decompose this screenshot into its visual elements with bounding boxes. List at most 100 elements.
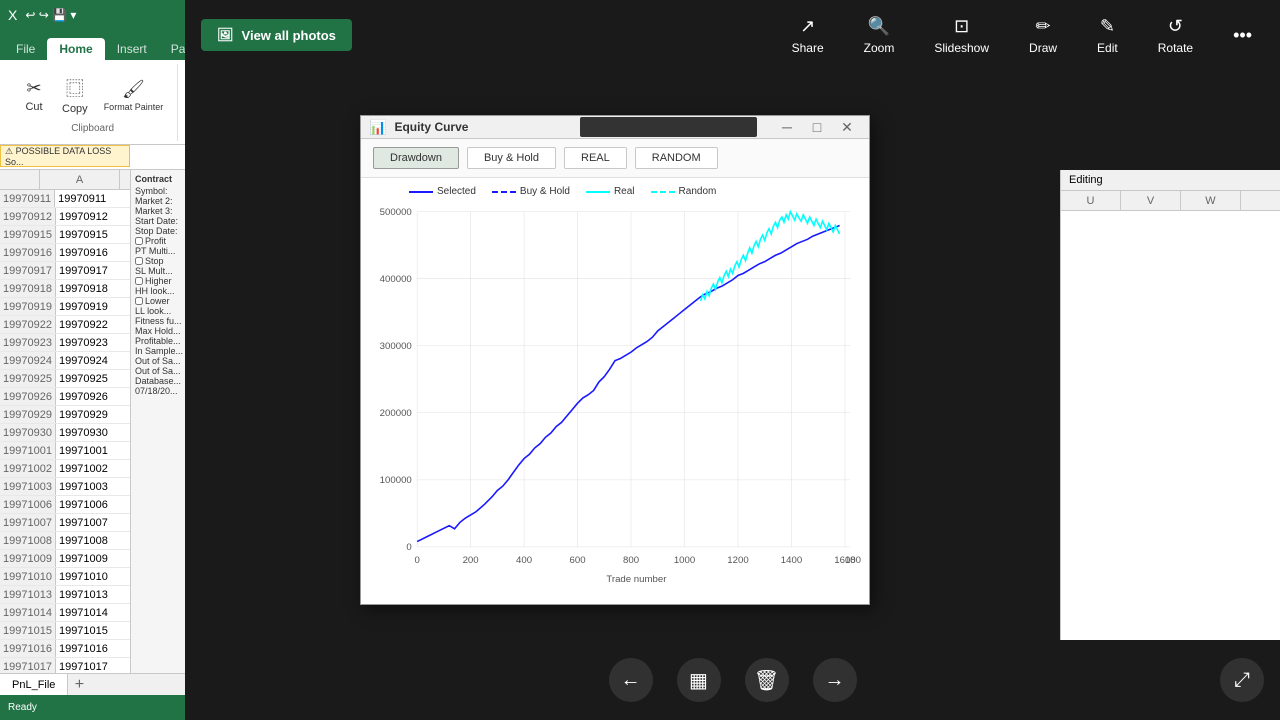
cell-col-a[interactable]: 19970916 [56,244,136,261]
cell-col-a[interactable]: 19970915 [56,226,136,243]
dialog-chart-area: Selected Buy & Hold Real Random [361,178,869,618]
photos-icon: 🖼 [217,27,234,43]
cell-col-a[interactable]: 19970926 [56,388,136,405]
cell-col-a[interactable]: 19971009 [56,550,136,567]
right-panel-header: Editing [1061,170,1280,191]
cell-col-a[interactable]: 19970918 [56,280,136,297]
cell-row-num: 19970915 [0,226,56,243]
cut-button[interactable]: ✂ Cut [16,74,52,117]
random-button[interactable]: RANDOM [635,147,718,169]
legend-selected-label: Selected [437,186,476,197]
contact-sheet-button[interactable]: ▦ [677,658,721,702]
expand-button[interactable]: ⤢ [1220,658,1264,702]
symbol-label: Symbol: [135,186,185,196]
cell-col-a[interactable]: 19970924 [56,352,136,369]
real-button[interactable]: REAL [564,147,627,169]
share-button[interactable]: ↗ Share [780,8,836,63]
cell-col-a[interactable]: 19971014 [56,604,136,621]
dialog-titlebar: 📊 Equity Curve ─ □ ✕ [361,116,869,139]
cell-row-num: 19971008 [0,532,56,549]
slideshow-icon: ⊡ [954,16,969,37]
cell-col-a[interactable]: 19971003 [56,478,136,495]
cell-col-a[interactable]: 19971001 [56,442,136,459]
contact-sheet-icon: ▦ [689,668,708,693]
cell-col-a[interactable]: 19970925 [56,370,136,387]
view-all-photos-button[interactable]: 🖼 View all photos [201,19,352,51]
cell-col-a[interactable]: 19970923 [56,334,136,351]
next-button[interactable]: → [813,658,857,702]
slideshow-button[interactable]: ⊡ Slideshow [922,8,1001,63]
status-text: Ready [8,702,37,713]
rotate-button[interactable]: ↺ Rotate [1146,8,1205,63]
add-sheet-button[interactable]: + [68,674,90,696]
drawdown-button[interactable]: Drawdown [373,147,459,169]
cell-col-a[interactable]: 19970922 [56,316,136,333]
cell-col-a[interactable]: 19971008 [56,532,136,549]
cell-row-num: 19971006 [0,496,56,513]
cell-col-a[interactable]: 19971013 [56,586,136,603]
higher-checkbox[interactable] [135,277,143,285]
random-line [701,212,840,301]
cell-row-num: 19970924 [0,352,56,369]
tab-home[interactable]: Home [47,38,104,60]
legend-real: Real [586,186,635,197]
cell-col-a[interactable]: 19971006 [56,496,136,513]
cell-col-a[interactable]: 19970930 [56,424,136,441]
format-painter-button[interactable]: 🖌 Format Painter [98,75,170,116]
excel-icon: X [8,7,17,23]
delete-button[interactable]: 🗑 [745,658,789,702]
slideshow-label: Slideshow [934,41,989,55]
svg-text:400: 400 [516,555,532,566]
prev-button[interactable]: ← [609,658,653,702]
cell-col-a[interactable]: 19970929 [56,406,136,423]
cut-icon: ✂ [26,78,41,99]
dialog-tab-buttons: Drawdown Buy & Hold REAL RANDOM [361,139,869,178]
editing-label-right: Editing [1069,174,1103,186]
tab-file[interactable]: File [4,38,47,60]
format-painter-label: Format Painter [104,102,164,112]
cell-col-a[interactable]: 19971016 [56,640,136,657]
more-button[interactable]: ••• [1221,17,1264,54]
cell-row-num: 19970916 [0,244,56,261]
profit-checkbox[interactable] [135,237,143,245]
right-col-headers: U V W [1061,191,1280,211]
copy-label: Copy [62,103,88,115]
cell-col-a[interactable]: 19971002 [56,460,136,477]
photos-toolbar: 🖼 View all photos ↗ Share 🔍 Zoom ⊡ Slide… [185,0,1280,70]
rotate-label: Rotate [1158,41,1193,55]
cell-row-num: 19971003 [0,478,56,495]
header-u: U [1061,191,1121,210]
sidebar-panel: Contract Symbol: Market 2: Market 3: Sta… [130,170,190,695]
header-col-a: A [40,170,120,189]
lower-checkbox[interactable] [135,297,143,305]
cell-col-a[interactable]: 19971007 [56,514,136,531]
draw-button[interactable]: ✏ Draw [1017,8,1069,63]
cell-row-num: 19970929 [0,406,56,423]
legend-buyhold-label: Buy & Hold [520,186,570,197]
dialog-maximize-button[interactable]: □ [803,116,831,138]
dialog-close-button[interactable]: ✕ [833,116,861,138]
stop-row: Stop [135,256,185,266]
cell-col-a[interactable]: 19971010 [56,568,136,585]
hh-look-label: HH look... [135,286,185,296]
cell-col-a[interactable]: 19970917 [56,262,136,279]
copy-button[interactable]: ⿴ Copy [56,71,94,119]
buy-hold-button[interactable]: Buy & Hold [467,147,556,169]
sheet-tab-pnl[interactable]: PnL_File [0,674,68,695]
cell-col-a[interactable]: 19970911 [55,190,135,207]
data-loss-text: ⚠ POSSIBLE DATA LOSS So... [5,146,125,167]
next-icon: → [825,669,845,692]
tab-insert[interactable]: Insert [105,38,159,60]
cell-col-a[interactable]: 19970919 [56,298,136,315]
edit-button[interactable]: ✎ Edit [1085,8,1130,63]
rotate-icon: ↺ [1168,16,1183,37]
zoom-button[interactable]: 🔍 Zoom [852,8,907,63]
svg-text:0: 0 [414,555,419,566]
cell-row-num: 19971013 [0,586,56,603]
cell-col-a[interactable]: 19970912 [56,208,136,225]
cell-col-a[interactable]: 19971015 [56,622,136,639]
cell-row-num: 19971002 [0,460,56,477]
share-icon: ↗ [800,16,815,37]
dialog-minimize-button[interactable]: ─ [773,116,801,138]
stop-checkbox[interactable] [135,257,143,265]
